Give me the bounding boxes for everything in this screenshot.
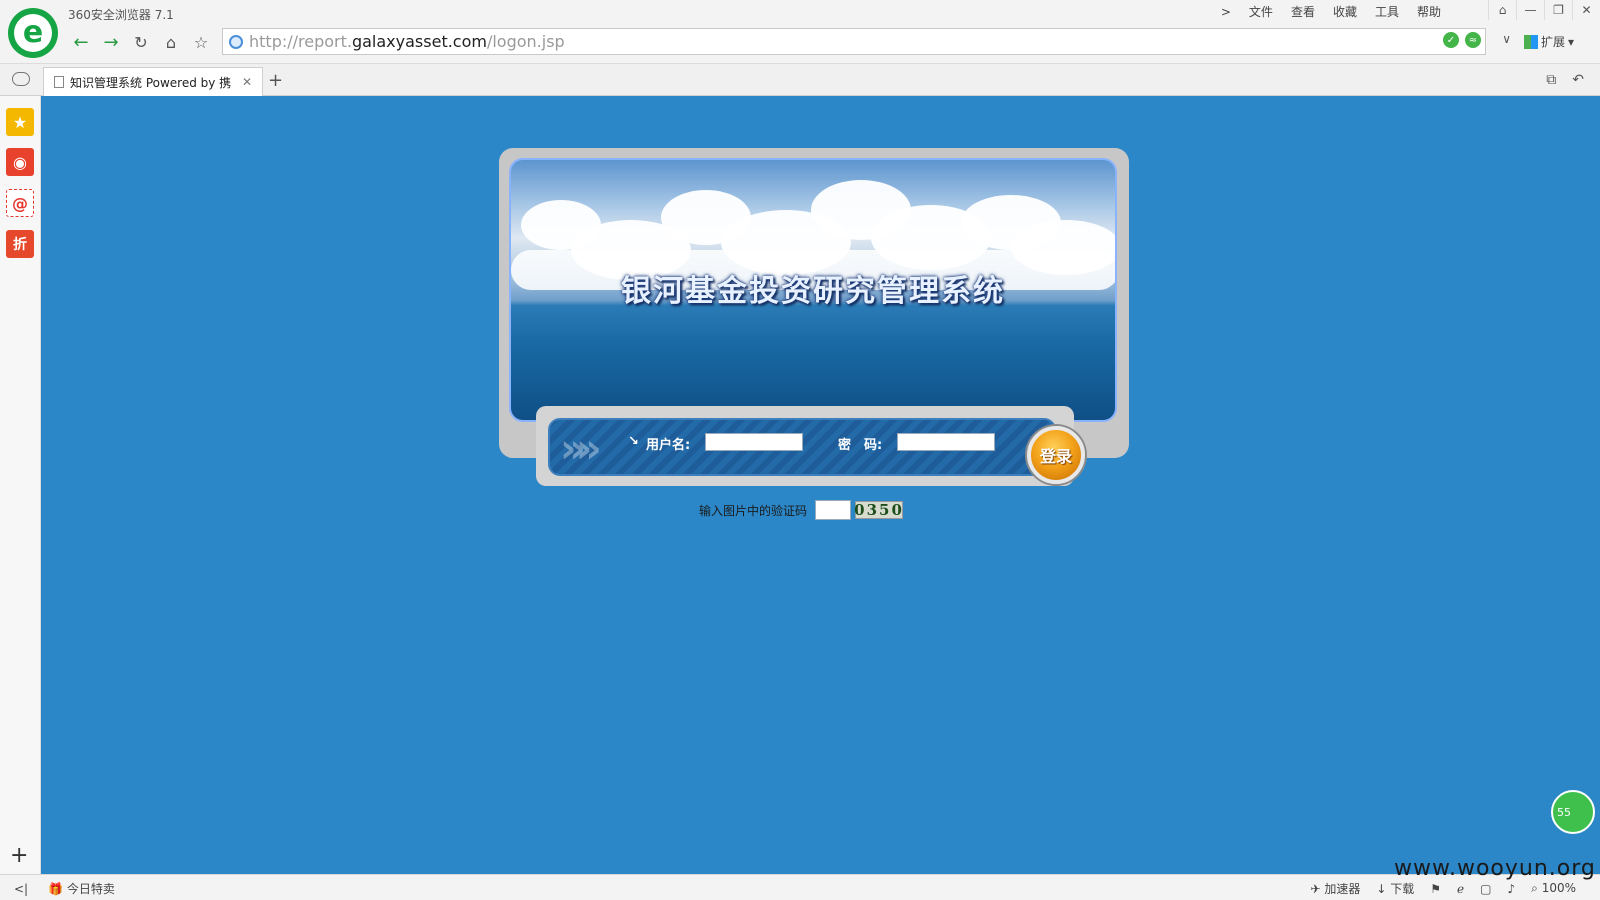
tab-title: 知识管理系统 Powered by 携 xyxy=(70,75,232,90)
logo-letter: e xyxy=(22,15,44,50)
captcha-image[interactable]: 0350 xyxy=(854,501,904,519)
extensions-icon xyxy=(1524,34,1538,49)
favorite-star-icon[interactable]: ☆ xyxy=(186,29,216,55)
tab-active[interactable]: 知识管理系统 Powered by 携 ✕ xyxy=(43,67,263,96)
page-content: 银河基金投资研究管理系统 »» ↘ 用户名: 密 码: 登录 输入图片中的验证码… xyxy=(41,96,1600,874)
cloud-icon[interactable] xyxy=(12,72,30,86)
floating-badge[interactable]: 55 xyxy=(1551,790,1595,834)
tab-close-icon[interactable]: ✕ xyxy=(242,75,252,89)
flag-icon[interactable]: ⚑ xyxy=(1430,882,1441,896)
sidebar-toggle-button[interactable]: <| xyxy=(14,882,28,896)
watermark: www.wooyun.org xyxy=(1394,856,1596,881)
nav-buttons: ← → ↻ ⌂ ☆ xyxy=(66,28,216,56)
address-url[interactable]: http://report.galaxyasset.com/logon.jsp xyxy=(249,32,565,51)
zoom-control[interactable]: ⌕ 100% xyxy=(1531,881,1576,896)
browser-logo: e xyxy=(8,8,58,58)
minimize-button[interactable]: — xyxy=(1516,0,1544,20)
menu-bar: > 文件 查看 收藏 工具 帮助 xyxy=(1212,4,1450,20)
page-icon xyxy=(54,76,64,88)
extensions-button[interactable]: 扩展 ▾ xyxy=(1524,33,1574,50)
speed-icon[interactable]: ≈ xyxy=(1465,32,1481,48)
extensions-label: 扩展 xyxy=(1541,35,1566,49)
maximize-button[interactable]: ❐ xyxy=(1544,0,1572,20)
password-label: 密 码: xyxy=(838,438,883,453)
restore-tabs-icon[interactable]: ⧉ xyxy=(1546,72,1556,88)
arrow-decoration-icon: »» xyxy=(560,426,602,472)
username-label: 用户名: xyxy=(646,438,691,453)
new-tab-button[interactable]: + xyxy=(268,70,283,91)
status-bar: <| 🎁 今日特卖 ✈ 加速器 ↓ 下载 ⚑ ℯ ▢ ♪ ⌕ 100% xyxy=(0,874,1600,900)
captcha-label: 输入图片中的验证码 xyxy=(699,503,808,518)
login-form: »» ↘ 用户名: 密 码: 登录 xyxy=(536,406,1085,486)
weibo-icon[interactable]: ◉ xyxy=(6,148,34,176)
ie-icon[interactable]: ℯ xyxy=(1457,882,1464,896)
window-icon[interactable]: ▢ xyxy=(1480,882,1491,896)
sidebar: ★ ◉ @ 折 + xyxy=(0,96,41,874)
menu-help[interactable]: 帮助 xyxy=(1408,4,1450,20)
menu-tools[interactable]: 工具 xyxy=(1366,4,1408,20)
security-icon[interactable]: ✓ xyxy=(1443,32,1459,48)
address-bar[interactable]: http://report.galaxyasset.com/logon.jsp … xyxy=(222,28,1511,55)
captcha-input[interactable] xyxy=(815,500,852,520)
arrow-icon: ↘ xyxy=(628,434,639,449)
app-title: 360安全浏览器 7.1 xyxy=(68,8,174,22)
accelerator-button[interactable]: ✈ 加速器 xyxy=(1310,880,1360,897)
rocket-icon: ✈ xyxy=(1310,882,1321,896)
password-input[interactable] xyxy=(897,433,995,451)
banner-image: 银河基金投资研究管理系统 xyxy=(509,158,1117,422)
magnifier-icon: ⌕ xyxy=(1531,881,1538,895)
forward-icon[interactable]: → xyxy=(96,29,126,55)
undo-close-icon[interactable]: ↶ xyxy=(1572,72,1584,88)
mail-icon[interactable]: @ xyxy=(6,189,34,217)
close-button[interactable]: ✕ xyxy=(1572,0,1600,20)
discount-icon[interactable]: 折 xyxy=(6,230,34,258)
window-controls: ⌂ — ❐ ✕ xyxy=(1488,0,1600,20)
browser-toolbar: e 360安全浏览器 7.1 > 文件 查看 收藏 工具 帮助 ⌂ — ❐ ✕ … xyxy=(0,0,1600,64)
login-button[interactable]: 登录 xyxy=(1027,426,1085,484)
system-title: 银河基金投资研究管理系统 xyxy=(621,274,1005,309)
tab-strip: 知识管理系统 Powered by 携 ✕ + ⧉ ↶ xyxy=(0,64,1600,96)
back-icon[interactable]: ← xyxy=(66,29,96,55)
refresh-icon[interactable]: ↻ xyxy=(126,29,156,55)
menu-file[interactable]: 文件 xyxy=(1240,4,1282,20)
username-input[interactable] xyxy=(705,433,803,451)
sound-icon[interactable]: ♪ xyxy=(1507,882,1515,896)
captcha-row: 输入图片中的验证码 0350 xyxy=(699,500,904,520)
today-deals-link[interactable]: 🎁 今日特卖 xyxy=(48,880,115,897)
login-bar: »» ↘ 用户名: 密 码: xyxy=(548,418,1056,476)
home-icon[interactable]: ⌂ xyxy=(156,29,186,55)
globe-icon xyxy=(229,34,243,49)
star-icon[interactable]: ★ xyxy=(6,108,34,136)
chevron-down-icon[interactable]: ∨ xyxy=(1502,32,1511,46)
download-button[interactable]: ↓ 下载 xyxy=(1376,880,1414,897)
menu-arrow[interactable]: > xyxy=(1212,4,1240,20)
chevron-down-icon: ▾ xyxy=(1568,34,1575,49)
download-icon: ↓ xyxy=(1376,882,1387,896)
menu-view[interactable]: 查看 xyxy=(1282,4,1324,20)
sidebar-add-button[interactable]: + xyxy=(10,843,28,868)
menu-favorites[interactable]: 收藏 xyxy=(1324,4,1366,20)
gift-icon: 🎁 xyxy=(48,882,64,896)
skin-button[interactable]: ⌂ xyxy=(1488,0,1516,20)
